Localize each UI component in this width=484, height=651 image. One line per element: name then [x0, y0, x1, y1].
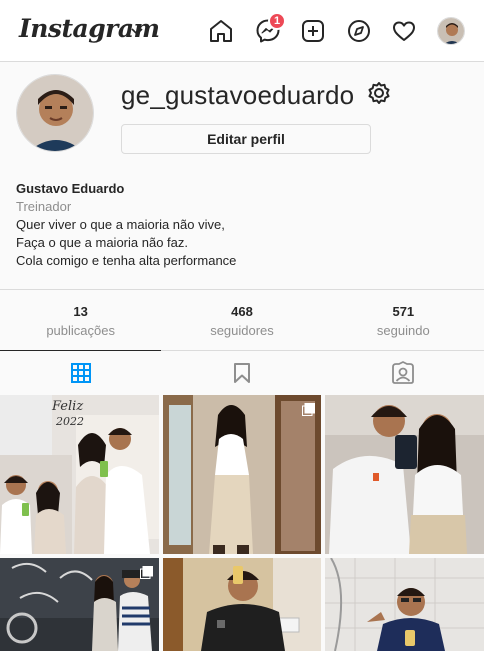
post-thumbnail[interactable] — [325, 558, 484, 651]
heart-icon[interactable] — [391, 18, 417, 44]
bio-line: Faça o que a maioria não faz. — [16, 235, 188, 250]
chevron-down-icon[interactable] — [130, 24, 144, 38]
post-thumbnail[interactable] — [325, 395, 484, 554]
grid-icon — [70, 362, 91, 383]
profile-avatar-nav[interactable] — [437, 17, 465, 45]
tab-saved[interactable] — [161, 351, 322, 394]
stat-posts-count: 13 — [73, 304, 88, 319]
multiple-photos-icon — [140, 566, 153, 579]
post-overlay-text: 2022 — [56, 415, 84, 428]
posts-grid: Feliz 2022 — [0, 395, 484, 651]
profile-bio: Gustavo Eduardo Treinador Quer viver o q… — [16, 180, 456, 270]
multiple-photos-icon — [302, 403, 315, 416]
notification-badge: 1 — [268, 12, 286, 30]
stat-following-label: seguindo — [376, 323, 430, 338]
profile-tabs — [0, 350, 484, 394]
profile-avatar[interactable] — [16, 74, 94, 152]
stat-following[interactable]: 571 seguindo — [323, 290, 484, 351]
bookmark-icon — [233, 362, 250, 383]
stat-followers[interactable]: 468 seguidores — [161, 290, 322, 351]
post-thumbnail[interactable] — [163, 395, 321, 554]
bio-line: Cola comigo e tenha alta performance — [16, 253, 237, 268]
profile-stats: 13 publicações 468 seguidores 571 seguin… — [0, 289, 484, 351]
settings-gear-icon[interactable] — [367, 81, 391, 105]
stat-posts-label: publicações — [46, 323, 115, 338]
stat-followers-label: seguidores — [210, 323, 274, 338]
home-icon[interactable] — [208, 18, 234, 44]
stat-following-count: 571 — [392, 304, 415, 319]
edit-profile-button[interactable]: Editar perfil — [121, 124, 371, 154]
tagged-icon — [392, 360, 415, 384]
post-thumbnail[interactable] — [0, 558, 159, 651]
profile-username: ge_gustavoeduardo — [121, 80, 355, 110]
profile-full-name: Gustavo Eduardo — [16, 181, 125, 196]
post-thumbnail[interactable] — [163, 558, 321, 651]
stat-followers-count: 468 — [231, 304, 253, 319]
post-overlay-text: Feliz — [52, 399, 84, 414]
stat-posts: 13 publicações — [0, 290, 161, 351]
new-post-icon[interactable] — [300, 18, 326, 44]
post-thumbnail[interactable]: Feliz 2022 — [0, 395, 159, 554]
tab-tagged[interactable] — [323, 351, 484, 394]
top-navigation-bar: Instagram 1 — [0, 0, 484, 62]
profile-category: Treinador — [16, 199, 72, 214]
tab-posts[interactable] — [0, 350, 162, 394]
explore-icon[interactable] — [346, 18, 372, 44]
bio-line: Quer viver o que a maioria não vive, — [16, 217, 225, 232]
